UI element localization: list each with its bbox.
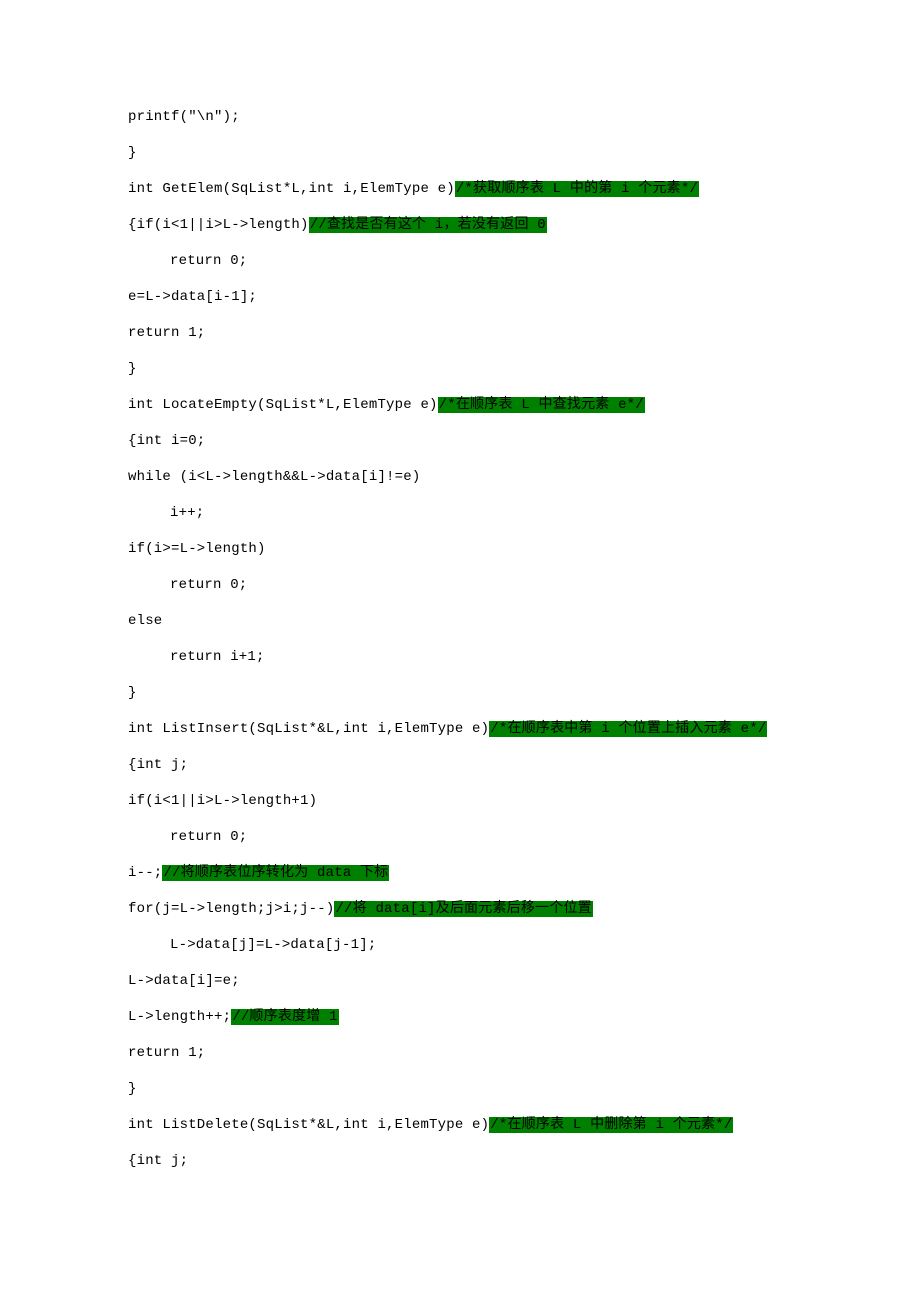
code-line: i--;//将顺序表位序转化为 data 下标 bbox=[128, 866, 792, 880]
code-text: return 1; bbox=[128, 1045, 205, 1061]
code-text: for(j=L->length;j>i;j--) bbox=[128, 901, 334, 917]
code-line: {if(i<1||i>L->length)//查找是否有这个 i，若没有返回 0 bbox=[128, 218, 792, 232]
code-line: {int j; bbox=[128, 1154, 792, 1168]
code-line: return i+1; bbox=[128, 650, 792, 664]
code-line: if(i>=L->length) bbox=[128, 542, 792, 556]
code-text: return 1; bbox=[128, 325, 205, 341]
code-text: L->data[i]=e; bbox=[128, 973, 240, 989]
code-line: {int j; bbox=[128, 758, 792, 772]
code-line: int ListInsert(SqList*&L,int i,ElemType … bbox=[128, 722, 792, 736]
code-text: if(i<1||i>L->length+1) bbox=[128, 793, 317, 809]
code-text: } bbox=[128, 361, 137, 377]
code-line: return 0; bbox=[128, 254, 792, 268]
highlighted-comment: //查找是否有这个 i，若没有返回 0 bbox=[309, 217, 547, 233]
highlighted-comment: //顺序表度增 1 bbox=[231, 1009, 338, 1025]
code-line: int ListDelete(SqList*&L,int i,ElemType … bbox=[128, 1118, 792, 1132]
code-line: L->length++;//顺序表度增 1 bbox=[128, 1010, 792, 1024]
code-text: int GetElem(SqList*L,int i,ElemType e) bbox=[128, 181, 455, 197]
code-text: } bbox=[128, 1081, 137, 1097]
code-line: return 0; bbox=[128, 578, 792, 592]
code-text: e=L->data[i-1]; bbox=[128, 289, 257, 305]
code-text: if(i>=L->length) bbox=[128, 541, 266, 557]
code-line: L->data[j]=L->data[j-1]; bbox=[128, 938, 792, 952]
code-line: L->data[i]=e; bbox=[128, 974, 792, 988]
code-text: {int j; bbox=[128, 757, 188, 773]
code-line: else bbox=[128, 614, 792, 628]
code-text: L->data[j]=L->data[j-1]; bbox=[170, 937, 376, 953]
code-line: } bbox=[128, 146, 792, 160]
code-text: } bbox=[128, 145, 137, 161]
highlighted-comment: //将 data[i]及后面元素后移一个位置 bbox=[334, 901, 592, 917]
code-text: i--; bbox=[128, 865, 162, 881]
code-text: else bbox=[128, 613, 162, 629]
code-text: printf("\n"); bbox=[128, 109, 240, 125]
code-text: while (i<L->length&&L->data[i]!=e) bbox=[128, 469, 420, 485]
code-text: return 0; bbox=[170, 253, 247, 269]
code-line: } bbox=[128, 362, 792, 376]
code-text: {int j; bbox=[128, 1153, 188, 1169]
code-text: return 0; bbox=[170, 829, 247, 845]
code-line: for(j=L->length;j>i;j--)//将 data[i]及后面元素… bbox=[128, 902, 792, 916]
code-line: int LocateEmpty(SqList*L,ElemType e)/*在顺… bbox=[128, 398, 792, 412]
highlighted-comment: /*获取顺序表 L 中的第 i 个元素*/ bbox=[455, 181, 699, 197]
highlighted-comment: /*在顺序表中第 i 个位置上插入元素 e*/ bbox=[489, 721, 767, 737]
code-text: {if(i<1||i>L->length) bbox=[128, 217, 309, 233]
code-line: return 1; bbox=[128, 326, 792, 340]
highlighted-comment: /*在顺序表 L 中删除第 i 个元素*/ bbox=[489, 1117, 733, 1133]
code-line: if(i<1||i>L->length+1) bbox=[128, 794, 792, 808]
highlighted-comment: /*在顺序表 L 中查找元素 e*/ bbox=[438, 397, 645, 413]
code-text: int ListDelete(SqList*&L,int i,ElemType … bbox=[128, 1117, 489, 1133]
code-line: printf("\n"); bbox=[128, 110, 792, 124]
code-text: L->length++; bbox=[128, 1009, 231, 1025]
code-text: return i+1; bbox=[170, 649, 265, 665]
code-line: return 0; bbox=[128, 830, 792, 844]
code-text: return 0; bbox=[170, 577, 247, 593]
code-text: int ListInsert(SqList*&L,int i,ElemType … bbox=[128, 721, 489, 737]
code-line: e=L->data[i-1]; bbox=[128, 290, 792, 304]
code-line: while (i<L->length&&L->data[i]!=e) bbox=[128, 470, 792, 484]
code-line: int GetElem(SqList*L,int i,ElemType e)/*… bbox=[128, 182, 792, 196]
code-line: return 1; bbox=[128, 1046, 792, 1060]
code-line: } bbox=[128, 1082, 792, 1096]
code-line: {int i=0; bbox=[128, 434, 792, 448]
code-text: } bbox=[128, 685, 137, 701]
code-line: } bbox=[128, 686, 792, 700]
code-line: i++; bbox=[128, 506, 792, 520]
code-text: i++; bbox=[170, 505, 204, 521]
code-text: {int i=0; bbox=[128, 433, 205, 449]
code-text: int LocateEmpty(SqList*L,ElemType e) bbox=[128, 397, 438, 413]
highlighted-comment: //将顺序表位序转化为 data 下标 bbox=[162, 865, 389, 881]
code-page: printf("\n");} int GetElem(SqList*L,int i… bbox=[0, 0, 792, 1168]
